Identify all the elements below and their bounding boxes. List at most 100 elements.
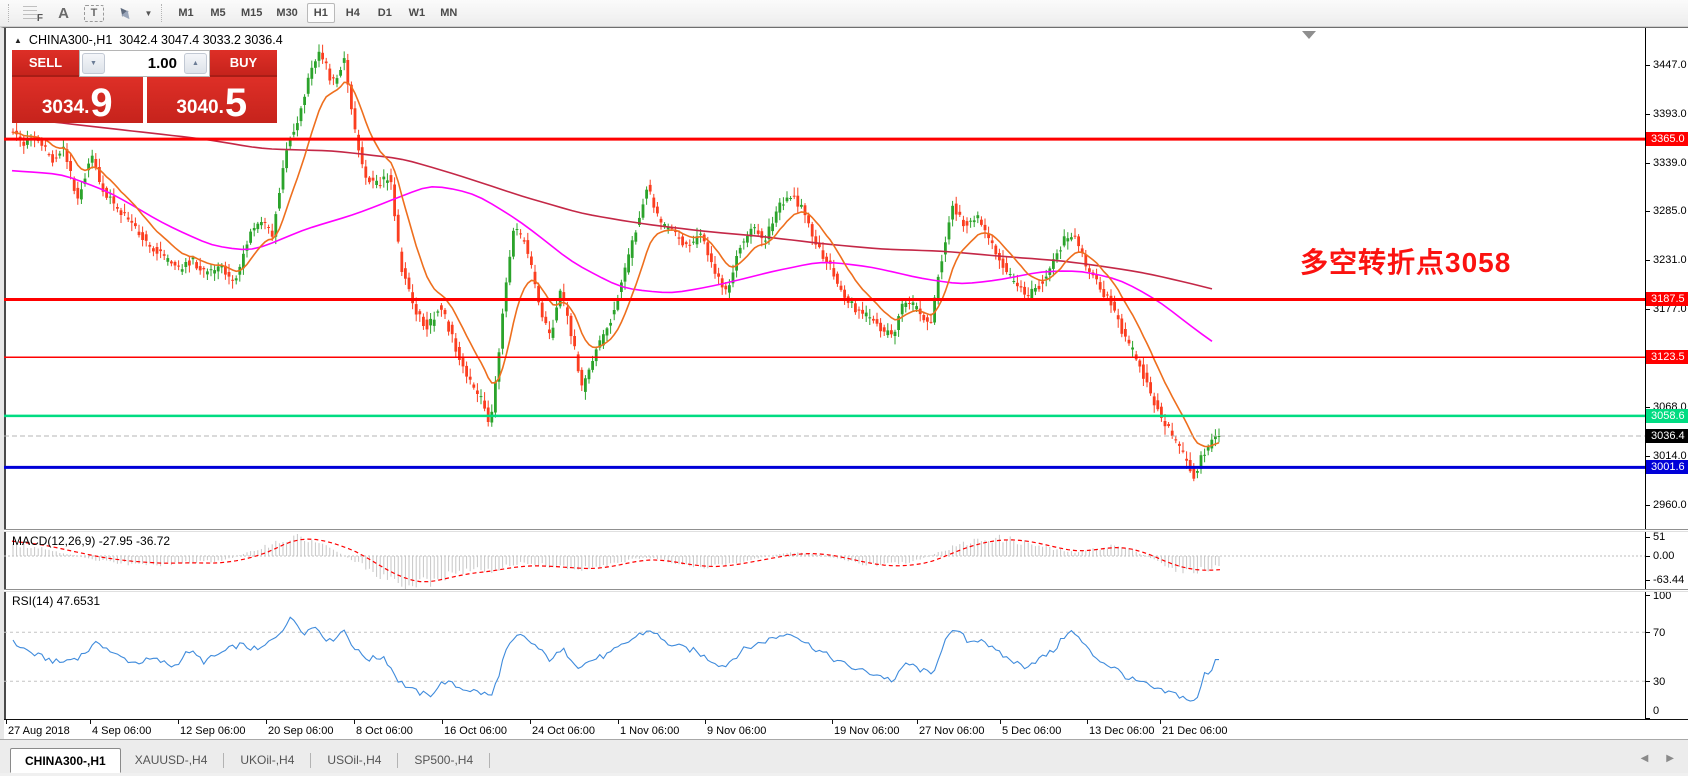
sell-button[interactable]: SELL	[12, 50, 79, 77]
price-badge: 3001.6	[1646, 460, 1688, 474]
axis-tick	[1646, 309, 1650, 310]
chart-tab-xauusd-h4[interactable]: XAUUSD-,H4	[121, 748, 222, 773]
time-tick	[618, 720, 619, 724]
time-axis: 27 Aug 20184 Sep 06:0012 Sep 06:0020 Sep…	[4, 720, 1688, 740]
axis-label: 70	[1653, 627, 1665, 639]
axis-tick	[1646, 65, 1650, 66]
timeframe-button-h4[interactable]: H4	[339, 3, 367, 23]
price-badge: 3365.0	[1646, 132, 1688, 146]
volume-decrease-button[interactable]: ▼	[82, 53, 105, 74]
sell-price-pips: 9	[90, 87, 112, 120]
time-tick	[705, 720, 706, 724]
time-tick	[530, 720, 531, 724]
tab-separator	[310, 753, 311, 768]
buy-button[interactable]: BUY	[210, 50, 277, 77]
chart-title: ▲ CHINA300-,H1 3042.4 3047.4 3033.2 3036…	[14, 33, 283, 47]
time-label: 4 Sep 06:00	[92, 725, 151, 737]
time-label: 27 Aug 2018	[8, 725, 70, 737]
symbol-timeframe-label: CHINA300-,H1	[29, 33, 112, 47]
axis-tick	[1646, 681, 1650, 682]
tab-scroll-left-icon[interactable]: ◀	[1641, 753, 1649, 764]
timeframe-button-w1[interactable]: W1	[403, 3, 431, 23]
axis-tick	[1646, 456, 1650, 457]
time-tick	[6, 720, 7, 724]
timeframe-button-h1[interactable]: H1	[307, 3, 335, 23]
axis-tick	[1646, 211, 1650, 212]
toolbar-group-separator	[161, 4, 162, 22]
chart-tab-sp500-h4[interactable]: SP500-,H4	[400, 748, 487, 773]
time-label: 20 Sep 06:00	[268, 725, 333, 737]
timeframe-button-m30[interactable]: M30	[271, 3, 302, 23]
rsi-label: RSI(14) 47.6531	[12, 594, 100, 608]
axis-tick	[1646, 580, 1650, 581]
timeframe-button-m1[interactable]: M1	[172, 3, 200, 23]
axis-label: 0.00	[1653, 550, 1674, 562]
panel-splitter[interactable]	[4, 589, 1688, 592]
price-badge: 3058.6	[1646, 409, 1688, 423]
axis-label: 30	[1653, 676, 1665, 688]
axis-label: -63.44	[1653, 574, 1684, 586]
axis-label: 51	[1653, 531, 1665, 543]
macd-chart[interactable]	[4, 532, 1645, 589]
collapse-arrow-icon[interactable]: ▲	[14, 36, 22, 45]
time-label: 24 Oct 06:00	[532, 725, 595, 737]
volume-increase-button[interactable]: ▲	[184, 53, 207, 74]
tab-scroll-right-icon[interactable]: ▶	[1666, 753, 1674, 764]
chart-tab-china300-h1[interactable]: CHINA300-,H1	[10, 748, 121, 773]
sell-price-display[interactable]: 3034. 9	[12, 77, 143, 123]
one-click-trading-widget: SELL ▼ ▲ BUY 3034. 9 3040. 5	[12, 50, 277, 123]
chart-tab-ukoil-h4[interactable]: UKOil-,H4	[226, 748, 308, 773]
chart-tab-usoil-h4[interactable]: USOil-,H4	[313, 748, 395, 773]
axis-label: 3393.0	[1653, 108, 1687, 120]
time-label: 13 Dec 06:00	[1089, 725, 1154, 737]
fibonacci-tool-icon[interactable]: F	[19, 3, 46, 24]
rsi-indicator-panel: RSI(14) 47.6531	[4, 592, 1645, 719]
price-badge: 3123.5	[1646, 350, 1688, 364]
buy-price-main: 3040.	[176, 96, 224, 120]
drawing-tools-group: FAT ▼	[17, 3, 157, 24]
timeframe-button-m5[interactable]: M5	[204, 3, 232, 23]
ohlc-values: 3042.4 3047.4 3033.2 3036.4	[119, 33, 282, 47]
price-badge: 3036.4	[1646, 429, 1688, 443]
buy-price-display[interactable]: 3040. 5	[147, 77, 278, 123]
axis-tick	[1646, 505, 1650, 506]
time-tick	[90, 720, 91, 724]
time-tick	[178, 720, 179, 724]
rsi-chart[interactable]	[4, 592, 1645, 719]
tab-separator	[397, 753, 398, 768]
panel-splitter[interactable]	[4, 529, 1688, 532]
timeframe-button-mn[interactable]: MN	[435, 3, 463, 23]
time-label: 1 Nov 06:00	[620, 725, 679, 737]
buy-price-pips: 5	[225, 87, 247, 120]
arrows-tool-icon[interactable]	[111, 3, 138, 24]
volume-input[interactable]	[107, 51, 182, 76]
text-label-tool-icon[interactable]: T	[84, 5, 104, 22]
time-label: 19 Nov 06:00	[834, 725, 899, 737]
time-label: 27 Nov 06:00	[919, 725, 984, 737]
axis-label: 3231.0	[1653, 254, 1687, 266]
macd-indicator-panel: MACD(12,26,9) -27.95 -36.72	[4, 532, 1645, 589]
chart-tabs: CHINA300-,H1XAUUSD-,H4UKOil-,H4USOil-,H4…	[10, 748, 492, 773]
dropdown-caret-icon[interactable]: ▼	[142, 3, 155, 24]
sell-price-main: 3034.	[42, 96, 90, 120]
toolbar-grip	[8, 4, 9, 22]
time-label: 16 Oct 06:00	[444, 725, 507, 737]
axis-label: 3285.0	[1653, 205, 1687, 217]
timeframe-button-m15[interactable]: M15	[236, 3, 267, 23]
axis-tick	[1646, 595, 1650, 596]
chart-text-annotation[interactable]: 多空转折点3058	[1300, 241, 1511, 281]
axis-tick	[1646, 537, 1650, 538]
axis-tick	[1646, 163, 1650, 164]
axis-tick	[1646, 407, 1650, 408]
time-tick	[266, 720, 267, 724]
volume-spinner: ▼ ▲	[79, 50, 210, 77]
chart-shift-marker-icon[interactable]	[1302, 31, 1316, 39]
time-label: 8 Oct 06:00	[356, 725, 413, 737]
axis-label: 3339.0	[1653, 157, 1687, 169]
timeframe-button-d1[interactable]: D1	[371, 3, 399, 23]
text-annotation-tool-icon[interactable]: A	[50, 3, 77, 24]
chart-tab-bar: CHINA300-,H1XAUUSD-,H4UKOil-,H4USOil-,H4…	[0, 739, 1688, 773]
axis-label: 3447.0	[1653, 59, 1687, 71]
time-tick	[442, 720, 443, 724]
time-tick	[917, 720, 918, 724]
